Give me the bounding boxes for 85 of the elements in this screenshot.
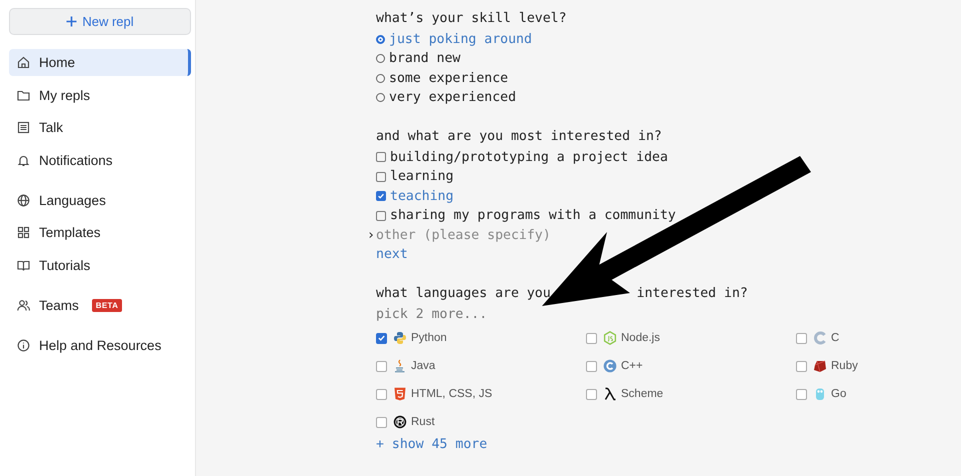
checkbox[interactable] bbox=[376, 172, 386, 182]
coffee-cup-icon bbox=[393, 359, 407, 373]
hexagon-icon bbox=[603, 331, 617, 345]
option-label[interactable]: very experienced bbox=[389, 88, 516, 108]
nav-item[interactable]: Teams BETA bbox=[9, 292, 191, 318]
globe-icon bbox=[17, 194, 30, 206]
question-text: what’s your skill level? bbox=[376, 10, 568, 28]
beta-badge: BETA bbox=[92, 298, 122, 312]
c-plus-plus-logo-icon bbox=[603, 359, 617, 373]
gopher-icon bbox=[813, 387, 827, 401]
next-link[interactable]: next bbox=[376, 245, 408, 264]
ruby-gem-icon bbox=[813, 359, 827, 373]
option-label[interactable]: some experience bbox=[389, 68, 508, 88]
nav-label: Notifications bbox=[39, 152, 113, 168]
plus-icon bbox=[66, 16, 78, 27]
checkbox[interactable] bbox=[586, 388, 597, 400]
bell-icon bbox=[17, 154, 30, 166]
book-icon bbox=[17, 258, 30, 272]
other-input-field[interactable]: other (please specify) bbox=[376, 228, 636, 243]
radio-button[interactable] bbox=[376, 54, 385, 64]
option-label[interactable]: building/prototyping a project idea bbox=[390, 148, 668, 167]
checkbox[interactable] bbox=[796, 332, 807, 344]
language-label[interactable]: Java bbox=[411, 360, 436, 372]
language-label[interactable]: Python bbox=[411, 332, 447, 344]
question-text: what languages are you bbox=[376, 285, 551, 303]
radio-button[interactable] bbox=[376, 34, 385, 44]
grid-icon bbox=[17, 226, 30, 239]
option-label[interactable]: teaching bbox=[390, 186, 454, 206]
language-label[interactable]: Go bbox=[831, 388, 846, 400]
checkbox[interactable] bbox=[796, 388, 807, 400]
checkbox[interactable] bbox=[376, 360, 387, 372]
checkbox[interactable] bbox=[586, 360, 597, 372]
info-icon bbox=[17, 338, 30, 352]
checkbox[interactable] bbox=[586, 332, 597, 344]
nav-label: Teams bbox=[39, 298, 79, 312]
radio-button[interactable] bbox=[376, 74, 385, 83]
checkbox[interactable] bbox=[376, 152, 386, 162]
option-label[interactable]: learning bbox=[390, 167, 454, 186]
nav-label: Templates bbox=[39, 225, 101, 240]
nav-item[interactable]: Talk bbox=[9, 114, 191, 141]
checkbox[interactable] bbox=[376, 210, 386, 221]
nav-item[interactable]: Help and Resources bbox=[9, 332, 191, 358]
language-label[interactable]: HTML, CSS, JS bbox=[411, 388, 492, 400]
home-icon bbox=[17, 56, 30, 69]
nav-label: My repls bbox=[39, 88, 90, 102]
prompt-caret: › bbox=[367, 226, 376, 244]
nav-item[interactable]: My repls bbox=[9, 82, 191, 108]
question-text: interested in? bbox=[636, 285, 748, 303]
language-label[interactable]: C++ bbox=[621, 360, 643, 372]
nav-item[interactable]: Templates bbox=[9, 219, 191, 246]
option-label[interactable]: just poking around bbox=[389, 30, 532, 49]
language-label[interactable]: Rust bbox=[411, 416, 435, 428]
radio-button[interactable] bbox=[376, 93, 385, 102]
language-label[interactable]: Node.js bbox=[621, 332, 660, 344]
nav-label: Home bbox=[39, 55, 76, 70]
nav-label: Help and Resources bbox=[39, 338, 162, 352]
language-label[interactable]: Ruby bbox=[831, 360, 858, 372]
language-label[interactable]: Scheme bbox=[621, 388, 664, 400]
language-label[interactable]: C bbox=[831, 332, 840, 344]
checkbox[interactable] bbox=[796, 360, 807, 372]
nav-label: Talk bbox=[39, 120, 64, 135]
lambda-icon bbox=[603, 387, 617, 401]
people-icon bbox=[17, 298, 30, 312]
hint-text: pick 2 more... bbox=[376, 306, 488, 324]
shield-icon bbox=[393, 387, 407, 401]
question-text: and what are you most interested in? bbox=[376, 128, 663, 146]
checkbox[interactable] bbox=[376, 416, 387, 428]
option-label[interactable]: sharing my programs with a community bbox=[390, 206, 676, 226]
python-snake-icon bbox=[393, 331, 407, 345]
nav-item[interactable]: Languages bbox=[9, 186, 191, 214]
list-icon bbox=[17, 121, 30, 134]
gear-r-icon bbox=[393, 415, 407, 429]
checkbox[interactable] bbox=[376, 388, 387, 400]
nav-label: Languages bbox=[39, 192, 106, 208]
option-label[interactable]: brand new bbox=[389, 49, 460, 68]
checkbox[interactable] bbox=[376, 332, 387, 344]
show-more-link[interactable]: + show 45 more bbox=[376, 435, 488, 454]
folder-icon bbox=[17, 88, 30, 102]
nav-item[interactable]: Tutorials bbox=[9, 252, 191, 278]
nav-item[interactable]: Notifications bbox=[9, 146, 191, 174]
new-repl-button[interactable]: New repl bbox=[9, 8, 191, 35]
nav-item[interactable]: Home bbox=[9, 49, 191, 76]
nav-label: Tutorials bbox=[39, 258, 90, 272]
checkbox[interactable] bbox=[376, 191, 386, 202]
c-logo-icon bbox=[813, 331, 827, 345]
